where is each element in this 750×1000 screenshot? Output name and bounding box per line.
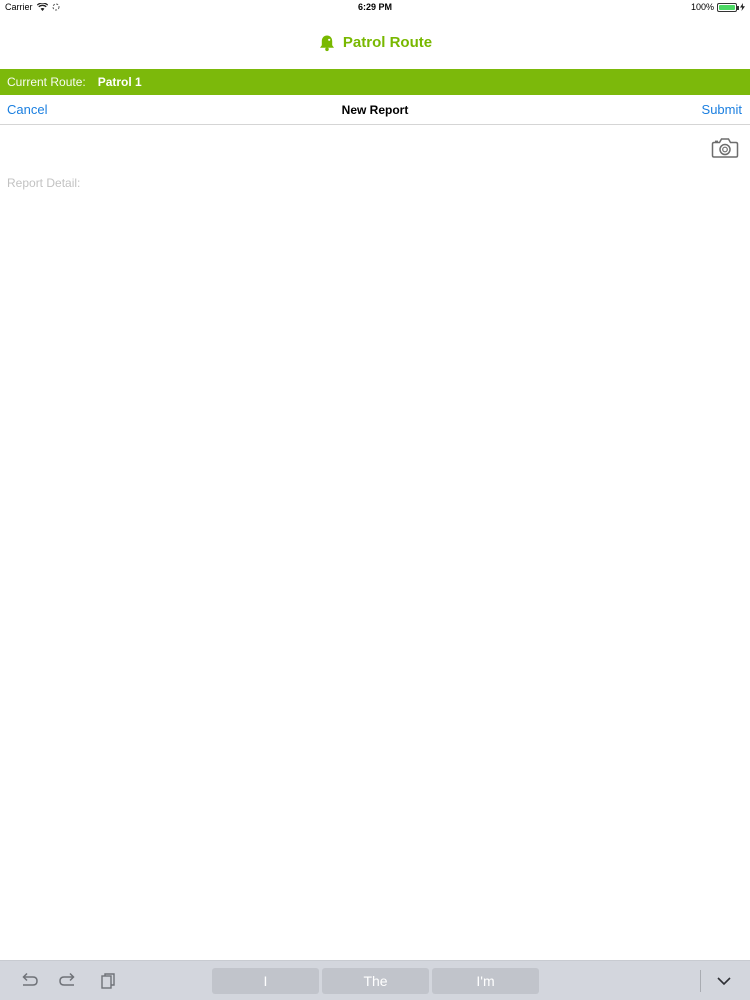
keyboard-shortcut-bar: I The I'm — [0, 960, 750, 1000]
status-right: 100% — [691, 2, 745, 12]
camera-icon — [711, 138, 739, 158]
status-time: 6:29 PM — [357, 2, 392, 12]
camera-button[interactable] — [711, 136, 739, 160]
current-route-bar: Current Route: Patrol 1 — [0, 69, 750, 95]
charging-icon — [740, 3, 745, 11]
battery-percent: 100% — [690, 2, 714, 12]
bell-icon — [319, 35, 334, 51]
redo-icon[interactable] — [58, 972, 78, 990]
suggestion-1[interactable]: I — [212, 968, 319, 994]
report-detail-input[interactable] — [0, 170, 750, 958]
nav-bar: Cancel New Report Submit — [0, 95, 750, 125]
battery-icon — [717, 2, 739, 12]
chevron-down-icon[interactable] — [713, 972, 735, 990]
submit-button[interactable]: Submit — [702, 102, 742, 117]
app-header: Patrol Route — [0, 16, 750, 69]
cancel-button[interactable]: Cancel — [7, 102, 47, 117]
current-route-value: Patrol 1 — [97, 75, 142, 89]
battery-level — [719, 4, 735, 10]
status-bar: Carrier 6:29 PM 100% — [0, 0, 750, 16]
keyboard-divider — [700, 970, 701, 992]
app-title: Patrol Route — [342, 34, 433, 51]
paste-icon[interactable] — [98, 972, 118, 990]
suggestion-3[interactable]: I'm — [432, 968, 539, 994]
undo-icon[interactable] — [19, 972, 39, 990]
current-route-label: Current Route: — [7, 75, 86, 89]
page-title: New Report — [341, 102, 409, 117]
suggestion-2[interactable]: The — [322, 968, 429, 994]
